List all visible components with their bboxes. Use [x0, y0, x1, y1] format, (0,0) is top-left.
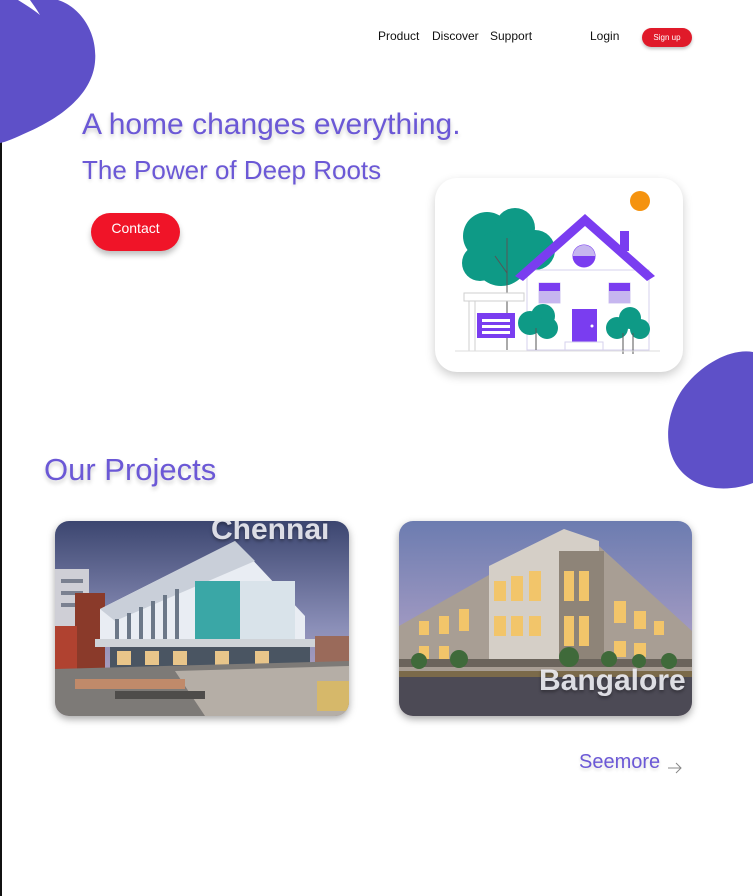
top-nav: Product Discover Support Login Sign up: [0, 28, 753, 49]
nav-discover-link[interactable]: Discover: [432, 29, 479, 43]
signup-button[interactable]: Sign up: [642, 28, 692, 47]
city-label-chennai: Chennai: [211, 521, 330, 546]
project-card-chennai[interactable]: Chennai: [55, 521, 349, 716]
nav-product-link[interactable]: Product: [378, 29, 419, 43]
building-photo: [55, 521, 349, 716]
hero-subtitle: The Power of Deep Roots: [82, 155, 382, 185]
house-illustration: [455, 191, 660, 354]
house-illustration-card: [435, 178, 683, 372]
arrow-right-icon[interactable]: [667, 760, 683, 776]
contact-button[interactable]: Contact: [91, 213, 180, 251]
login-link[interactable]: Login: [590, 29, 619, 43]
nav-support-link[interactable]: Support: [490, 29, 532, 43]
projects-title: Our Projects: [44, 452, 217, 487]
project-card-bangalore[interactable]: Bangalore: [399, 521, 692, 716]
hero-title: A home changes everything.: [82, 108, 461, 141]
seemore-link[interactable]: Seemore: [579, 751, 660, 774]
city-label-bangalore: Bangalore: [539, 664, 686, 697]
